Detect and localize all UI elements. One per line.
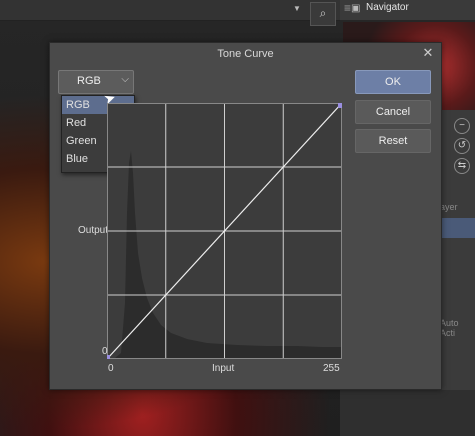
close-icon[interactable]: ✕	[421, 46, 435, 60]
canvas-toolbar	[0, 0, 340, 21]
zoom-icon[interactable]: ⌕	[310, 2, 336, 26]
input-max-label: 255	[323, 363, 340, 374]
layer-label: ayer	[440, 202, 458, 212]
layer-icon[interactable]: ⇆	[454, 158, 470, 174]
dialog-title: Tone Curve	[217, 48, 274, 60]
ok-button[interactable]: OK	[355, 70, 431, 94]
auto-action-label: Auto Acti	[440, 318, 459, 338]
curve-handle-end	[338, 103, 342, 108]
tone-curve-graph[interactable]	[107, 103, 342, 359]
output-axis-label: Output	[78, 225, 109, 236]
input-axis-label: Input	[212, 363, 235, 374]
tone-curve-dialog: Tone Curve ✕ RGB ⌵ RGB Red Green Blue ➤ …	[49, 42, 442, 390]
cancel-button[interactable]: Cancel	[355, 100, 431, 124]
reset-button[interactable]: Reset	[355, 129, 431, 153]
chevron-down-icon[interactable]: ▼	[293, 4, 301, 13]
layer-list[interactable]	[340, 390, 475, 436]
channel-select-value: RGB	[77, 75, 101, 87]
rotate-icon[interactable]: ↺	[454, 138, 470, 154]
chevron-down-icon: ⌵	[121, 74, 129, 85]
active-layer[interactable]	[440, 218, 475, 238]
input-min-label: 0	[108, 363, 114, 374]
output-min-label: 0	[102, 346, 108, 357]
tab-navigator[interactable]: Navigator	[366, 2, 409, 13]
navigator-icon: ▣	[351, 3, 361, 14]
channel-select[interactable]: RGB ⌵	[58, 70, 134, 94]
zoom-out-icon[interactable]: −	[454, 118, 470, 134]
menu-icon[interactable]: ≡	[344, 1, 351, 15]
